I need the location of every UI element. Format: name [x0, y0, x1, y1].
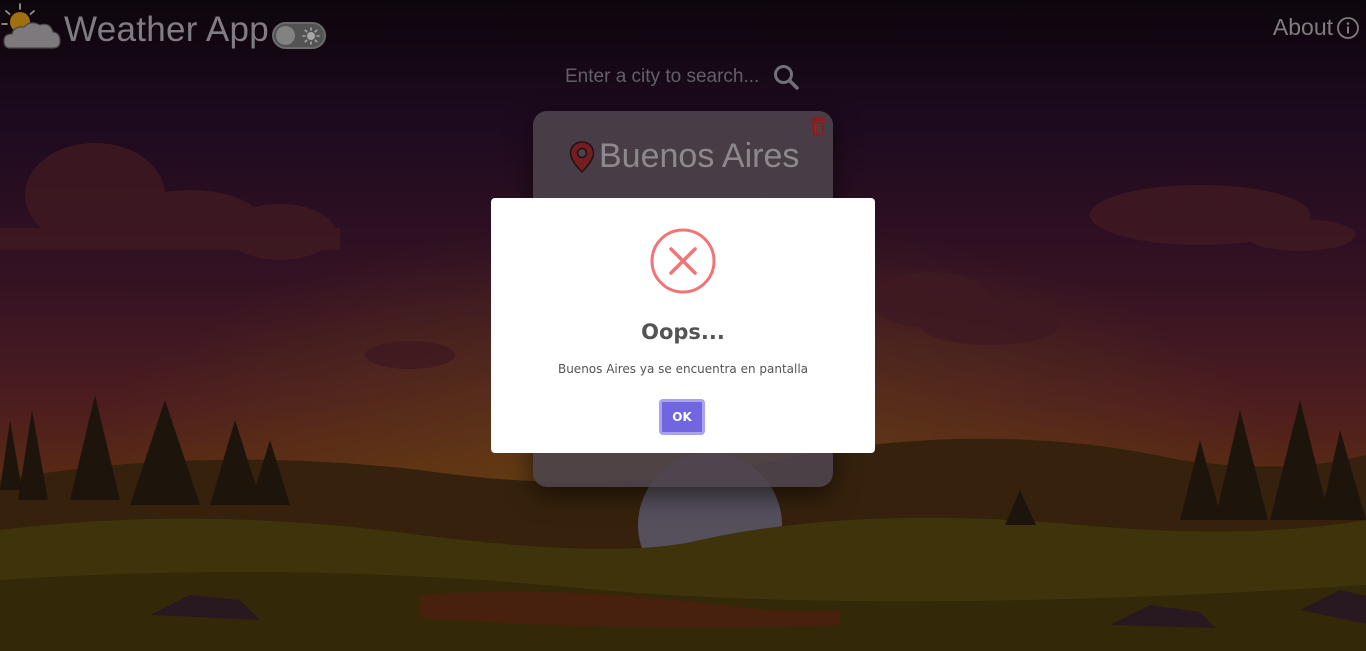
error-x-circle-icon	[650, 228, 716, 294]
ok-button[interactable]: OK	[659, 399, 705, 435]
error-dialog: Oops... Buenos Aires ya se encuentra en …	[491, 198, 875, 453]
dialog-message: Buenos Aires ya se encuentra en pantalla	[557, 362, 809, 376]
dialog-title: Oops...	[641, 320, 725, 344]
